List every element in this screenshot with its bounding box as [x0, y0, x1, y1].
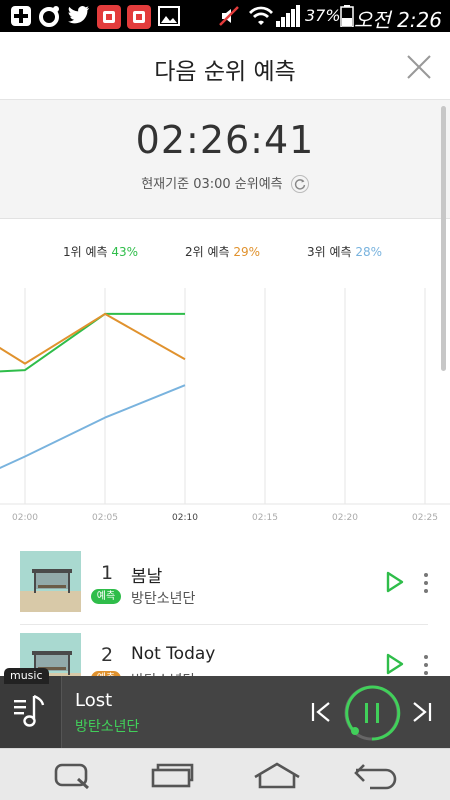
- legend-value: 28%: [355, 245, 383, 259]
- play-icon[interactable]: [385, 570, 405, 594]
- next-track-icon[interactable]: [411, 701, 433, 723]
- album-art: [20, 551, 81, 612]
- x-tick-label: 02:20: [332, 513, 358, 523]
- rank-number: 2: [100, 644, 114, 666]
- countdown-subtitle: 현재기준 03:00 순위예측: [0, 173, 450, 194]
- legend-label: 2위 예측: [185, 245, 230, 259]
- legend-item-2: 2위 예측 29%: [185, 243, 260, 260]
- previous-track-icon[interactable]: [310, 701, 332, 723]
- subtitle-text: 현재기준 03:00 순위예측: [141, 177, 283, 192]
- prediction-badge: 예측: [91, 589, 121, 604]
- legend-value: 29%: [233, 245, 261, 259]
- battery-percent: 37%: [305, 6, 341, 25]
- player-menu-button[interactable]: [0, 676, 62, 748]
- song-title: 봄날: [131, 567, 163, 587]
- wifi-icon: [249, 6, 273, 25]
- player-song-title: Lost: [75, 690, 113, 711]
- legend-label: 3위 예측: [307, 245, 352, 259]
- x-tick-label: 02:05: [92, 513, 118, 523]
- page-title: 다음 순위 예측: [154, 59, 296, 85]
- status-clock: 오전 2:26: [354, 4, 442, 33]
- x-tick-label: 02:00: [12, 513, 38, 523]
- legend-value: 43%: [111, 245, 139, 259]
- music-tag: music: [4, 668, 49, 684]
- rank-prediction-chart: 02:00 02:05 02:10 02:15 02:20 02:25: [0, 288, 450, 523]
- recent-apps-icon[interactable]: [150, 761, 196, 791]
- circle-icon: [39, 6, 59, 27]
- status-bar: 37% 오전 2:26: [0, 0, 450, 32]
- refresh-icon[interactable]: [290, 174, 309, 193]
- series-line: [0, 384, 186, 470]
- ampm: 오전: [353, 8, 391, 32]
- legend-item-3: 3위 예측 28%: [307, 243, 382, 260]
- mute-icon: [219, 6, 239, 26]
- more-options-icon[interactable]: [420, 654, 432, 676]
- rank-number: 1: [100, 562, 114, 584]
- plus-icon: [11, 6, 31, 26]
- more-options-icon[interactable]: [420, 572, 432, 594]
- system-nav-bar: [0, 748, 450, 800]
- x-tick-label: 02:15: [252, 513, 278, 523]
- x-tick-label: 02:25: [412, 513, 438, 523]
- play-icon[interactable]: [385, 652, 405, 676]
- battery-icon: [340, 5, 354, 27]
- mini-player[interactable]: music Lost 방탄소년단: [0, 668, 450, 748]
- app-icon: [127, 5, 151, 29]
- legend-label: 1위 예측: [63, 245, 108, 259]
- divider: [20, 624, 428, 625]
- legend-item-1: 1위 예측 43%: [63, 243, 138, 260]
- song-title: Not Today: [131, 644, 216, 664]
- image-icon: [158, 6, 180, 26]
- list-item[interactable]: 1 봄날 예측 방탄소년단: [0, 546, 450, 624]
- artist-name: 방탄소년단: [131, 591, 196, 607]
- back-icon[interactable]: [352, 761, 400, 791]
- countdown-timer: 02:26:41: [135, 118, 315, 162]
- signal-icon: [276, 5, 300, 27]
- app-icon: [97, 5, 121, 29]
- x-tick-label: 02:10: [172, 513, 198, 523]
- series-line: [0, 312, 186, 365]
- page-header: 다음 순위 예측: [0, 32, 450, 100]
- countdown-panel: 02:26:41 현재기준 03:00 순위예측: [0, 100, 450, 219]
- playlist-icon: [14, 694, 45, 727]
- home-icon[interactable]: [252, 761, 302, 791]
- twitter-icon: [68, 6, 89, 24]
- clock-time: 2:26: [397, 8, 442, 32]
- close-icon[interactable]: [404, 52, 434, 82]
- player-artist-name: 방탄소년단: [75, 719, 140, 735]
- pause-button[interactable]: [343, 684, 401, 742]
- search-icon[interactable]: [52, 761, 92, 791]
